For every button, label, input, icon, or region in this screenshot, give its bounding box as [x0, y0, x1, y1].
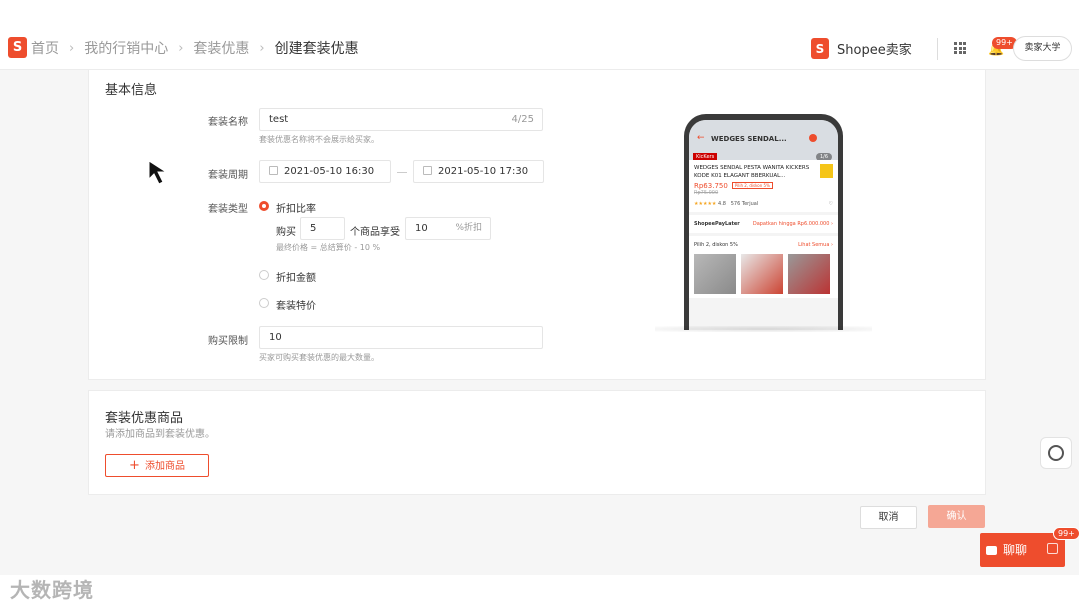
discount-value: 10	[415, 223, 428, 234]
purchase-limit-input[interactable]: 10	[259, 326, 543, 349]
preview-rating-row: ★★★★★ 4.8 576 Terjual ♡	[689, 196, 838, 212]
bundle-name-value: test	[269, 114, 289, 125]
name-counter: 4/25	[511, 114, 534, 125]
help-button[interactable]	[1040, 437, 1072, 469]
calendar-icon	[269, 166, 278, 175]
cancel-button[interactable]: 取消	[860, 506, 917, 529]
shopee-bag-icon: S	[811, 38, 829, 59]
watermark: 大数跨境	[10, 578, 94, 602]
brand-name: Shopee卖家	[837, 43, 912, 58]
preview-product-block: WEDGES SENDAL PESTA WANITA KICKERS KODE …	[689, 160, 838, 212]
heart-icon: ♡	[828, 201, 833, 207]
chat-button[interactable]: 聊聊	[980, 533, 1065, 567]
buy-prefix: 购买	[276, 227, 296, 238]
phone-shadow	[655, 326, 872, 332]
star-icons: ★★★★★	[694, 201, 717, 207]
option-discount-ratio[interactable]: 折扣比率	[276, 200, 316, 215]
name-label: 套装名称	[208, 117, 248, 128]
add-product-label: 添加商品	[144, 461, 185, 472]
discount-input[interactable]: 10 %折扣	[405, 217, 491, 240]
radio-discount-ratio[interactable]	[259, 201, 269, 211]
preview-promo-badge	[820, 164, 833, 178]
expand-icon	[1047, 543, 1058, 554]
header-divider	[937, 38, 938, 60]
plus-icon: +	[129, 458, 140, 473]
breadcrumb-marketing[interactable]: 我的行销中心	[84, 38, 168, 58]
basic-info-title: 基本信息	[105, 83, 158, 98]
chat-bubble-icon	[986, 546, 997, 555]
back-arrow-icon: ←	[697, 133, 705, 143]
preview-rating: 4.8	[718, 201, 726, 207]
top-bar: S 首页 › 我的行销中心 › 套装优惠 › 创建套装优惠 S Shopee卖家…	[0, 0, 1079, 70]
mouse-cursor-icon	[148, 160, 168, 185]
bottom-strip	[0, 575, 1079, 607]
radio-bundle-price[interactable]	[259, 298, 269, 308]
bundle-products-card: 套装优惠商品 请添加商品到套装优惠。 + 添加商品	[88, 390, 986, 495]
buy-middle-text: 个商品享受	[350, 227, 400, 238]
chevron-right-icon: ›	[259, 40, 265, 56]
preview-header: ← WEDGES SENDAL... KicKers 1/6	[689, 120, 838, 161]
preview-thumbnail	[694, 254, 736, 294]
breadcrumb-bundle[interactable]: 套装优惠	[193, 38, 249, 58]
preview-bundle-block: Pilih 2, diskon 5% Lihat Semua ›	[689, 236, 838, 298]
preview-title: WEDGES SENDAL...	[711, 135, 787, 143]
preview-bundle-text: Pilih 2, diskon 5%	[694, 242, 738, 248]
preview-paylater-label: ShopeePayLater	[694, 221, 740, 227]
preview-discount-tag: Pilih 2, diskon 5%	[731, 182, 773, 189]
period-end-input[interactable]: 2021-05-10 17:30	[413, 160, 544, 183]
preview-thumbnail	[788, 254, 830, 294]
preview-product-name: WEDGES SENDAL PESTA WANITA KICKERS KODE …	[694, 165, 810, 179]
discount-unit: %折扣	[455, 223, 482, 233]
option-bundle-price[interactable]: 套装特价	[276, 297, 316, 312]
bundle-name-input[interactable]: test 4/25	[259, 108, 543, 131]
period-end-value: 2021-05-10 17:30	[438, 166, 529, 177]
seller-brand[interactable]: S Shopee卖家	[811, 38, 912, 59]
confirm-button[interactable]: 确认	[928, 505, 985, 528]
period-start-input[interactable]: 2021-05-10 16:30	[259, 160, 391, 183]
breadcrumb: 首页 › 我的行销中心 › 套装优惠 › 创建套装优惠	[31, 38, 359, 58]
basic-info-card: 基本信息 套装名称 test 4/25 套装优惠名称将不会展示给买家。 套装周期…	[88, 70, 986, 380]
phone-preview: ← WEDGES SENDAL... KicKers 1/6 WEDGES SE…	[684, 114, 843, 330]
period-separator	[397, 172, 407, 173]
chevron-right-icon: ›	[69, 40, 75, 56]
shopee-logo-icon[interactable]: S	[8, 37, 27, 58]
period-label: 套装周期	[208, 170, 248, 181]
radio-discount-amount[interactable]	[259, 270, 269, 280]
breadcrumb-home[interactable]: 首页	[31, 38, 59, 58]
chat-badge: 99+	[1053, 527, 1079, 540]
preview-paylater-offer: Dapatkan hingga Rp6.000.000 ›	[752, 221, 833, 227]
add-product-button[interactable]: + 添加商品	[105, 454, 209, 477]
limit-label: 购买限制	[208, 336, 248, 347]
products-title: 套装优惠商品	[105, 411, 184, 426]
buy-quantity-input[interactable]: 5	[300, 217, 345, 240]
cart-icon	[809, 134, 817, 142]
breadcrumb-current: 创建套装优惠	[274, 41, 359, 57]
calendar-icon	[423, 166, 432, 175]
apps-grid-icon[interactable]	[954, 42, 966, 54]
name-hint: 套装优惠名称将不会展示给买家。	[259, 135, 379, 144]
chevron-right-icon: ›	[178, 40, 184, 56]
preview-sold: 576 Terjual	[730, 201, 759, 207]
period-start-value: 2021-05-10 16:30	[284, 166, 375, 177]
preview-paylater: ShopeePayLater Dapatkan hingga Rp6.000.00…	[689, 215, 838, 233]
products-hint: 请添加商品到套装优惠。	[105, 429, 215, 440]
option-discount-amount[interactable]: 折扣金额	[276, 269, 316, 284]
type-label: 套装类型	[208, 204, 248, 215]
headset-icon	[1048, 445, 1064, 461]
preview-price: Rp63.750	[694, 182, 728, 190]
preview-thumbnail	[741, 254, 783, 294]
limit-hint: 买家可购买套装优惠的最大数量。	[259, 353, 379, 362]
preview-price-row: Rp63.750 Pilih 2, diskon 5%	[689, 182, 838, 190]
preview-bundle-link: Lihat Semua ›	[798, 242, 833, 248]
phone-screen: ← WEDGES SENDAL... KicKers 1/6 WEDGES SE…	[689, 120, 838, 330]
seller-university-button[interactable]: 卖家大学	[1013, 36, 1072, 61]
final-price-hint: 最终价格 = 总结算价 - 10 %	[276, 243, 381, 252]
chat-label: 聊聊	[1003, 543, 1028, 557]
